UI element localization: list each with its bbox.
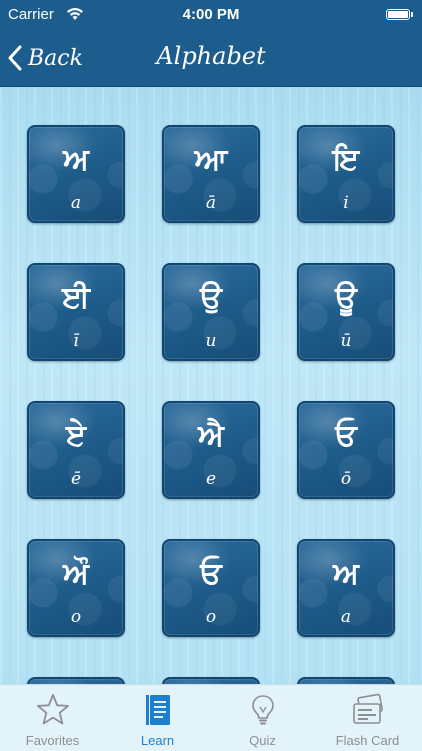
tab-label: Quiz: [249, 733, 276, 748]
gurmukhi-letter: ਔ: [63, 556, 89, 591]
gurmukhi-letter: ਅ: [63, 142, 89, 177]
gurmukhi-letter: ਏ: [66, 418, 86, 453]
lightbulb-icon: [252, 695, 274, 725]
gurmukhi-letter: ਇ: [332, 142, 360, 177]
letter-tile-partial[interactable]: [27, 677, 125, 684]
tab-bar: Favorites Learn Quiz Flash Card: [0, 684, 422, 751]
tab-label: Learn: [140, 733, 175, 748]
status-time: 4:00 PM: [182, 6, 240, 23]
transliteration: ē: [70, 469, 82, 489]
tab-quiz[interactable]: Quiz: [210, 685, 315, 751]
tab-flash-card[interactable]: Flash Card: [315, 685, 420, 751]
flash-card-icon: [353, 693, 383, 724]
transliteration: o: [70, 607, 82, 627]
letter-tile[interactable]: ਐ e: [162, 401, 260, 499]
letter-tile-partial[interactable]: [162, 677, 260, 684]
gurmukhi-letter: ਓ: [200, 556, 222, 591]
status-bar: Carrier 4:00 PM: [0, 0, 422, 30]
letter-tile[interactable]: ਏ ē: [27, 401, 125, 499]
book-icon: [146, 695, 170, 725]
transliteration: ā: [205, 193, 217, 213]
gurmukhi-letter: ਅ: [333, 556, 359, 591]
gurmukhi-letter: ਓ: [335, 418, 357, 453]
letter-tile[interactable]: ਇ i: [297, 125, 395, 223]
letter-tile[interactable]: ਈ ī: [27, 263, 125, 361]
transliteration: ī: [73, 331, 79, 351]
tab-label: Flash Card: [335, 733, 400, 748]
gurmukhi-letter: ਆ: [194, 142, 228, 177]
transliteration: o: [205, 607, 217, 627]
gurmukhi-letter: ਐ: [198, 418, 224, 453]
letter-tile[interactable]: ਆ ā: [162, 125, 260, 223]
transliteration: ō: [340, 469, 352, 489]
tab-learn[interactable]: Learn: [105, 685, 210, 751]
transliteration: i: [343, 193, 349, 213]
letter-tile[interactable]: ਔ o: [27, 539, 125, 637]
navigation-bar: Back Alphabet: [0, 30, 422, 87]
tab-label: Favorites: [25, 733, 80, 748]
alphabet-grid-scroll-area[interactable]: ਅ a ਆ ā ਇ i ਈ ī ਉ u ਊ ū ਏ ē ਐ e ਓ ō ਔ o …: [0, 87, 422, 684]
letter-tile[interactable]: ਉ u: [162, 263, 260, 361]
page-title: Alphabet: [156, 42, 266, 70]
letter-tile[interactable]: ਅ a: [297, 539, 395, 637]
tab-favorites[interactable]: Favorites: [0, 685, 105, 751]
letter-tile[interactable]: ਊ ū: [297, 263, 395, 361]
letter-tile[interactable]: ਅ a: [27, 125, 125, 223]
transliteration: a: [70, 193, 82, 213]
battery-icon: [386, 9, 414, 21]
letter-tile-partial[interactable]: [297, 677, 395, 684]
transliteration: ū: [340, 331, 352, 351]
transliteration: u: [205, 331, 217, 351]
letter-tile[interactable]: ਓ o: [162, 539, 260, 637]
gurmukhi-letter: ਈ: [62, 280, 90, 315]
transliteration: e: [205, 469, 217, 489]
gurmukhi-letter: ਉ: [200, 280, 222, 315]
star-icon: [37, 694, 69, 725]
gurmukhi-letter: ਊ: [335, 280, 357, 315]
transliteration: a: [340, 607, 352, 627]
letter-tile[interactable]: ਓ ō: [297, 401, 395, 499]
